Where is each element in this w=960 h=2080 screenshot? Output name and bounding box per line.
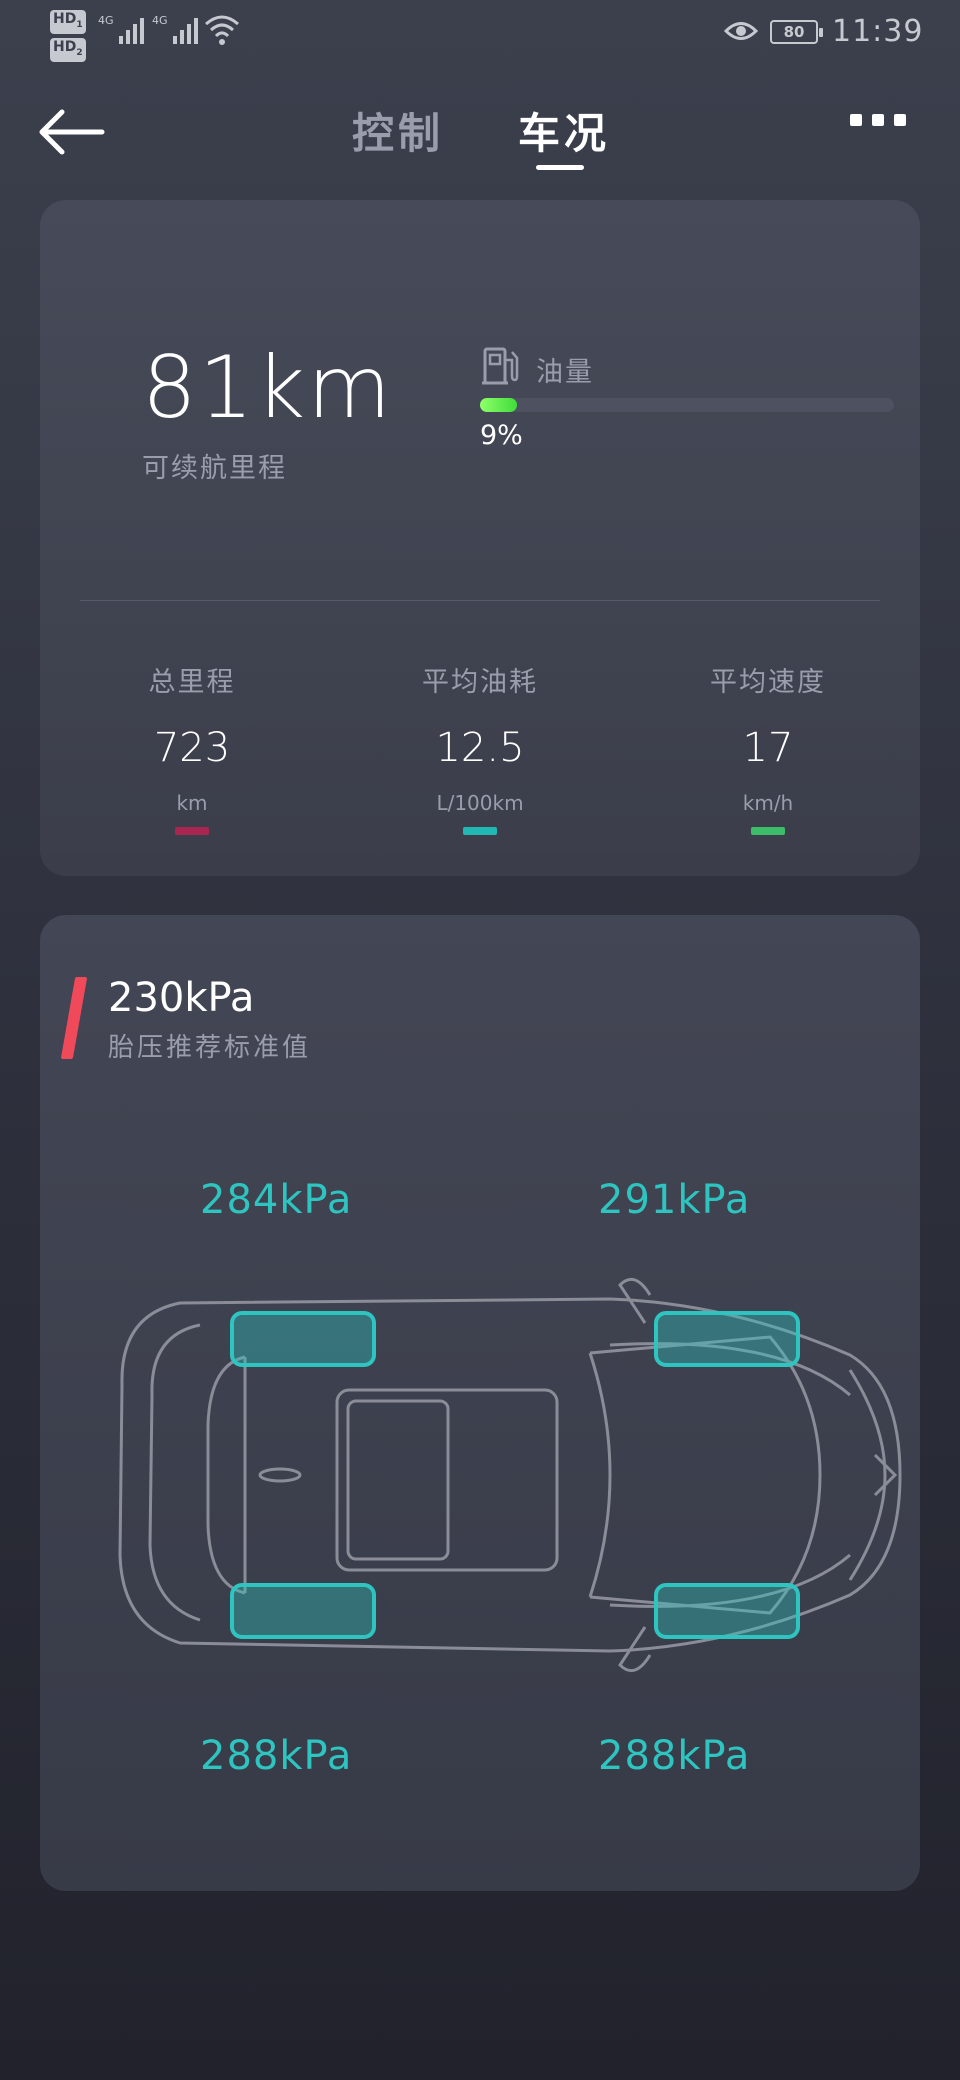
- divider: [80, 600, 880, 601]
- fuel-percent: 9%: [480, 420, 523, 451]
- stat-unit: km: [176, 791, 208, 815]
- range-label: 可续航里程: [142, 453, 287, 484]
- eye-comfort-icon: [724, 22, 758, 40]
- stat-color-bar: [751, 827, 785, 835]
- accent-stripe: [60, 977, 88, 1059]
- fuel-pump-icon: [482, 347, 519, 385]
- more-dot-icon: [872, 114, 884, 126]
- tire-pressure-rear-right: 288kPa: [598, 1733, 751, 1779]
- stat-avg-speed: 平均速度 17 km/h: [658, 660, 878, 835]
- wheel-rear-right: [654, 1583, 800, 1639]
- active-tab-indicator: [536, 165, 584, 170]
- stat-value: 17: [742, 725, 794, 771]
- wheel-front-right: [654, 1311, 800, 1367]
- fuel-label: 油量: [536, 357, 594, 388]
- wheel-front-left: [230, 1311, 376, 1367]
- stat-avg-fuel-consumption: 平均油耗 12.5 L/100km: [370, 660, 590, 835]
- more-dot-icon: [894, 114, 906, 126]
- more-menu-button[interactable]: [850, 114, 906, 126]
- tab-control[interactable]: 控制: [352, 100, 444, 161]
- battery-icon: 80: [770, 20, 823, 44]
- stat-total-mileage: 总里程 723 km: [82, 660, 302, 835]
- range-value: 81km: [142, 338, 394, 438]
- signal-icon-2: 4G: [152, 14, 198, 44]
- stat-unit: km/h: [742, 791, 794, 815]
- stat-value: 723: [153, 725, 231, 771]
- stat-color-bar: [463, 827, 497, 835]
- fuel-level-bar: [480, 398, 894, 412]
- stat-label: 平均油耗: [422, 667, 538, 698]
- tire-pressure-front-right: 291kPa: [598, 1177, 751, 1223]
- wheel-rear-left: [230, 1583, 376, 1639]
- recommended-pressure-value: 230kPa: [108, 975, 255, 1021]
- recommended-pressure-label: 胎压推荐标准值: [108, 1033, 312, 1063]
- wifi-icon: [205, 15, 239, 45]
- car-top-view-icon: [118, 1277, 902, 1673]
- stat-label: 平均速度: [710, 667, 826, 698]
- tab-vehicle-status[interactable]: 车况: [518, 100, 610, 161]
- status-bar: HD1 HD2 4G 4G 80 11:39: [0, 0, 960, 64]
- tire-pressure-rear-left: 288kPa: [200, 1733, 353, 1779]
- tire-pressure-front-left: 284kPa: [200, 1177, 353, 1223]
- more-dot-icon: [850, 114, 862, 126]
- stat-color-bar: [175, 827, 209, 835]
- fuel-level-fill: [480, 398, 518, 412]
- clock: 11:39: [832, 14, 924, 49]
- hd-voice-icon-1: HD1: [50, 10, 86, 34]
- tire-pressure-card: 230kPa 胎压推荐标准值 284kPa 291kPa 288kPa 288k…: [40, 915, 920, 1891]
- vehicle-overview-card: 81km 可续航里程 油量 9% 总里程 723 km 平均油耗 12.5 L/…: [40, 200, 920, 876]
- stat-unit: L/100km: [436, 791, 524, 815]
- back-arrow-icon[interactable]: [36, 104, 108, 160]
- stat-label: 总里程: [148, 667, 236, 698]
- hd-voice-icon-2: HD2: [50, 38, 86, 62]
- stat-value: 12.5: [435, 725, 525, 771]
- signal-icon-1: 4G: [98, 14, 144, 44]
